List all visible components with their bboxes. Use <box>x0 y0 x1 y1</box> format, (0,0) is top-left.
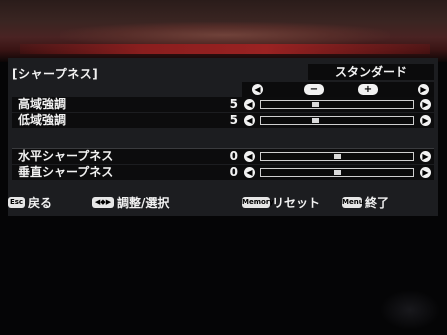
decrease-arrow-icon[interactable]: ◀ <box>244 167 255 178</box>
help-bar: Esc 戻る ◀◆▶ 調整/選択 Memory リセット Menu 終了 <box>8 194 438 212</box>
decrease-arrow-icon[interactable]: ◀ <box>244 151 255 162</box>
adjust-select-label: 調整/選択 <box>117 196 170 210</box>
slider-track[interactable] <box>260 116 414 125</box>
memory-key-icon: Memory <box>242 197 274 208</box>
right-arrow-icon[interactable]: ▶ <box>418 84 429 95</box>
mode-display[interactable]: スタンダード <box>308 64 434 80</box>
reset-label: リセット <box>272 196 321 210</box>
setting-value: 5 <box>229 97 238 111</box>
slider-track[interactable] <box>260 100 414 109</box>
increase-arrow-icon[interactable]: ▶ <box>420 99 431 110</box>
esc-key-icon: Esc <box>8 197 25 208</box>
slider-track[interactable] <box>260 168 414 177</box>
slider-track[interactable] <box>260 152 414 161</box>
sharpness-menu-panel: [シャープネス] スタンダード ◀ − + ▶ 高域強調 5 ◀ ▶ 低域強調 … <box>8 58 438 216</box>
menu-key-icon: Menu <box>342 197 364 208</box>
setting-label: 垂直シャープネス <box>18 165 114 179</box>
setting-label: 水平シャープネス <box>18 149 114 163</box>
scene-red-stripe <box>20 44 430 54</box>
setting-row-low-emphasis[interactable]: 低域強調 5 ◀ ▶ <box>12 113 434 128</box>
setting-row-high-emphasis[interactable]: 高域強調 5 ◀ ▶ <box>12 97 434 112</box>
slider-thumb[interactable] <box>312 118 319 123</box>
slider-thumb[interactable] <box>312 102 319 107</box>
increase-arrow-icon[interactable]: ▶ <box>420 151 431 162</box>
minus-button[interactable]: − <box>304 84 324 95</box>
screen-glare <box>380 290 440 330</box>
decrease-arrow-icon[interactable]: ◀ <box>244 115 255 126</box>
adjust-keys-icon: ◀◆▶ <box>92 197 114 208</box>
increase-arrow-icon[interactable]: ▶ <box>420 167 431 178</box>
background-scene <box>0 0 447 62</box>
setting-row-horizontal-sharpness[interactable]: 水平シャープネス 0 ◀ ▶ <box>12 149 434 164</box>
left-arrow-icon[interactable]: ◀ <box>252 84 263 95</box>
decrease-arrow-icon[interactable]: ◀ <box>244 99 255 110</box>
back-label: 戻る <box>28 196 53 210</box>
setting-label: 低域強調 <box>18 113 67 127</box>
control-button-bar: ◀ − + ▶ <box>242 82 434 97</box>
plus-button[interactable]: + <box>358 84 378 95</box>
slider-thumb[interactable] <box>334 154 341 159</box>
exit-label: 終了 <box>365 196 390 210</box>
menu-title: [シャープネス] <box>12 67 99 81</box>
setting-value: 0 <box>229 165 238 179</box>
setting-label: 高域強調 <box>18 97 67 111</box>
setting-row-vertical-sharpness[interactable]: 垂直シャープネス 0 ◀ ▶ <box>12 165 434 180</box>
slider-thumb[interactable] <box>334 170 341 175</box>
setting-value: 5 <box>229 113 238 127</box>
increase-arrow-icon[interactable]: ▶ <box>420 115 431 126</box>
setting-value: 0 <box>229 149 238 163</box>
